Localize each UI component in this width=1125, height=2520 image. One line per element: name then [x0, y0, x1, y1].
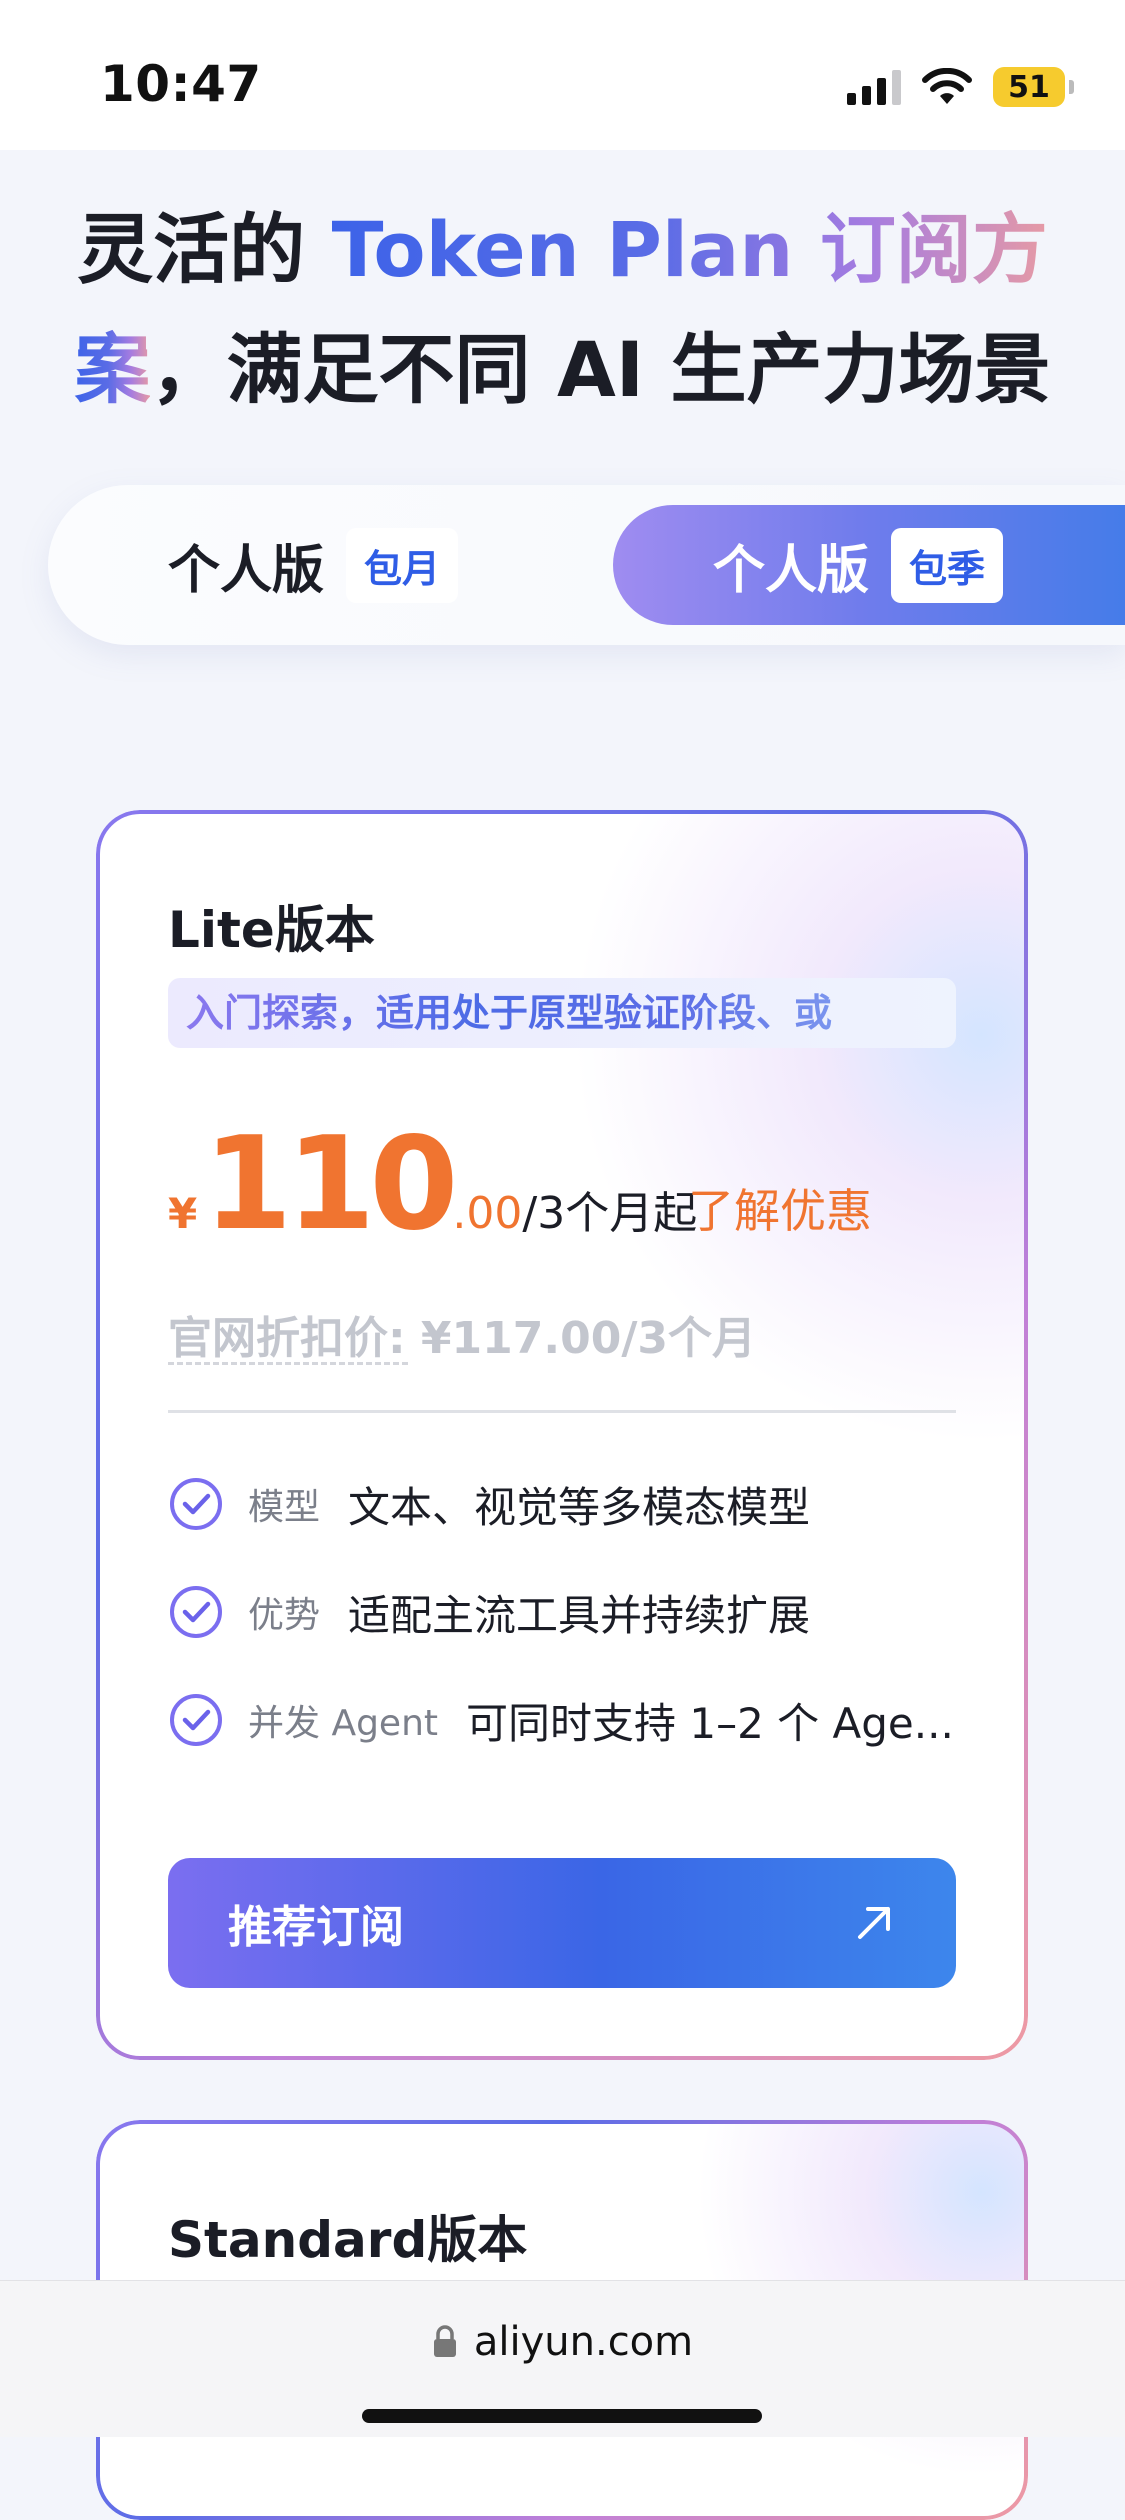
plan-tabs: 个人版 包月 个人版 包季: [48, 485, 1125, 645]
plan-title: Standard版本: [168, 2211, 528, 2269]
check-circle-icon: [170, 1586, 222, 1638]
title-line2-rest: ，满足不同 AI 生产力场景: [150, 325, 1051, 414]
home-indicator[interactable]: [362, 2409, 762, 2423]
tab-label: 个人版: [713, 540, 870, 601]
title-highlight: Token Plan 订阅方: [331, 205, 1048, 294]
feature-value: 可同时支持 1–2 个 Age...: [466, 1698, 954, 1748]
feature-item: 优势 适配主流工具并持续扩展: [168, 1558, 956, 1666]
arrow-up-right-icon: [858, 1907, 890, 1939]
subscribe-button-label: 推荐订阅: [228, 1902, 404, 1953]
list-price: 官网折扣价: ¥117.00/3个月: [168, 1313, 757, 1364]
price-integer: 110: [203, 1110, 458, 1259]
tab-personal-quarterly[interactable]: 个人版 包季: [613, 505, 1125, 625]
plan-description-text: 入门探索，适用处于原型验证阶段、或: [186, 991, 833, 1035]
feature-item: 并发 Agent 可同时支持 1–2 个 Age...: [168, 1666, 956, 1774]
browser-address-bar[interactable]: aliyun.com: [0, 2280, 1125, 2437]
title-line1-prefix: 灵活的: [77, 205, 332, 294]
check-circle-icon: [170, 1694, 222, 1746]
battery-icon: 51: [993, 67, 1074, 107]
lock-icon: [433, 2325, 456, 2357]
divider: [168, 1410, 956, 1413]
subscribe-button[interactable]: 推荐订阅: [168, 1858, 956, 1988]
tab-label: 个人版: [168, 540, 325, 601]
cellular-signal-icon: [847, 69, 901, 105]
url-text: aliyun.com: [473, 2319, 694, 2365]
plan-card-lite: Lite版本 入门探索，适用处于原型验证阶段、或 ¥ 110 .00 /3个月起…: [96, 810, 1028, 2060]
status-icons: 51: [847, 62, 1074, 112]
feature-list: 模型 文本、视觉等多模态模型 优势 适配主流工具并持续扩展 并发 Agent 可…: [168, 1450, 956, 1774]
url-display[interactable]: aliyun.com: [0, 2319, 1125, 2365]
feature-item: 模型 文本、视觉等多模态模型: [168, 1450, 956, 1558]
feature-value: 适配主流工具并持续扩展: [348, 1590, 811, 1640]
promo-link[interactable]: 了解优惠: [688, 1175, 872, 1241]
price: ¥ 110 .00 /3个月起: [168, 1110, 697, 1260]
check-circle-icon: [170, 1478, 222, 1530]
status-bar: 10:47 51: [0, 0, 1125, 150]
price-unit: /3个月起: [522, 1188, 698, 1239]
feature-label: 优势: [248, 1595, 321, 1636]
tab-badge: 包季: [891, 527, 1004, 603]
tab-personal-monthly[interactable]: 个人版 包月: [168, 505, 459, 625]
wifi-icon: [922, 68, 972, 104]
plan-title: Lite版本: [168, 901, 375, 959]
tab-badge: 包月: [346, 527, 459, 603]
price-currency: ¥: [168, 1189, 198, 1238]
price-decimal: .00: [452, 1188, 523, 1239]
title-highlight-cont: 案: [74, 325, 151, 414]
status-time: 10:47: [100, 55, 262, 113]
feature-label: 模型: [248, 1487, 321, 1528]
page-title: 灵活的 Token Plan 订阅方 案，满足不同 AI 生产力场景: [40, 190, 1085, 430]
plan-description: 入门探索，适用处于原型验证阶段、或: [168, 978, 956, 1048]
feature-value: 文本、视觉等多模态模型: [348, 1482, 811, 1532]
list-price-underline: [168, 1362, 408, 1365]
feature-label: 并发 Agent: [248, 1703, 439, 1744]
